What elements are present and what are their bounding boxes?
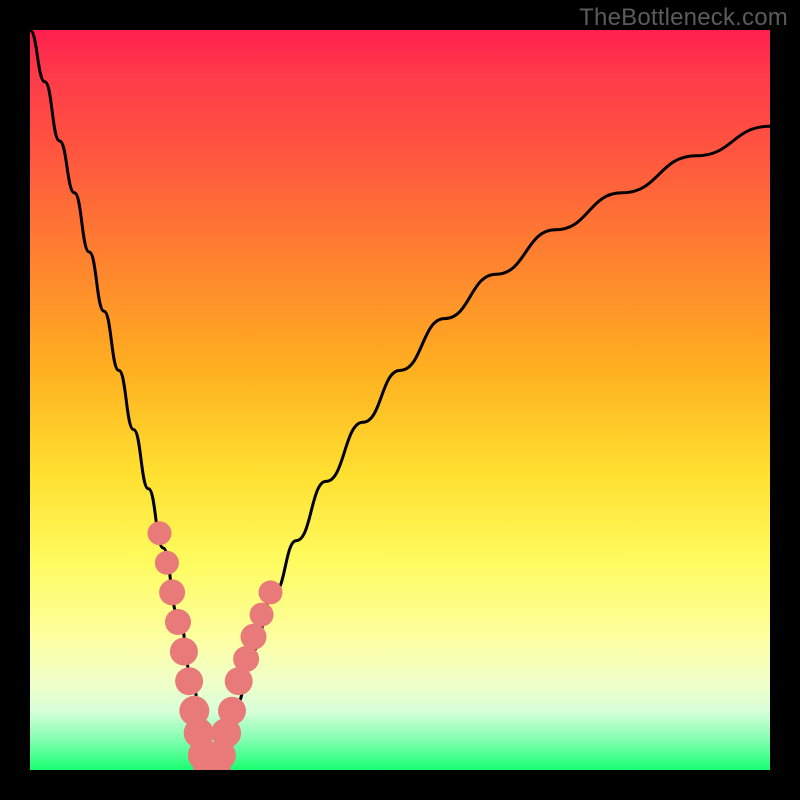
marker-dot	[148, 521, 172, 545]
marker-dot	[155, 551, 179, 575]
marker-dot	[218, 697, 246, 725]
marker-dot	[233, 646, 259, 672]
marker-dot	[170, 638, 198, 666]
plot-area	[30, 30, 770, 770]
marker-cluster	[148, 521, 283, 770]
marker-dot	[165, 609, 191, 635]
marker-dot	[175, 667, 203, 695]
watermark-label: TheBottleneck.com	[579, 4, 788, 32]
curve-line	[30, 30, 770, 770]
chart-svg	[30, 30, 770, 770]
chart-frame: TheBottleneck.com	[0, 0, 800, 800]
marker-dot	[159, 579, 185, 605]
marker-dot	[259, 580, 283, 604]
marker-dot	[241, 624, 267, 650]
bottleneck-curve-path	[30, 30, 770, 770]
marker-dot	[250, 603, 274, 627]
